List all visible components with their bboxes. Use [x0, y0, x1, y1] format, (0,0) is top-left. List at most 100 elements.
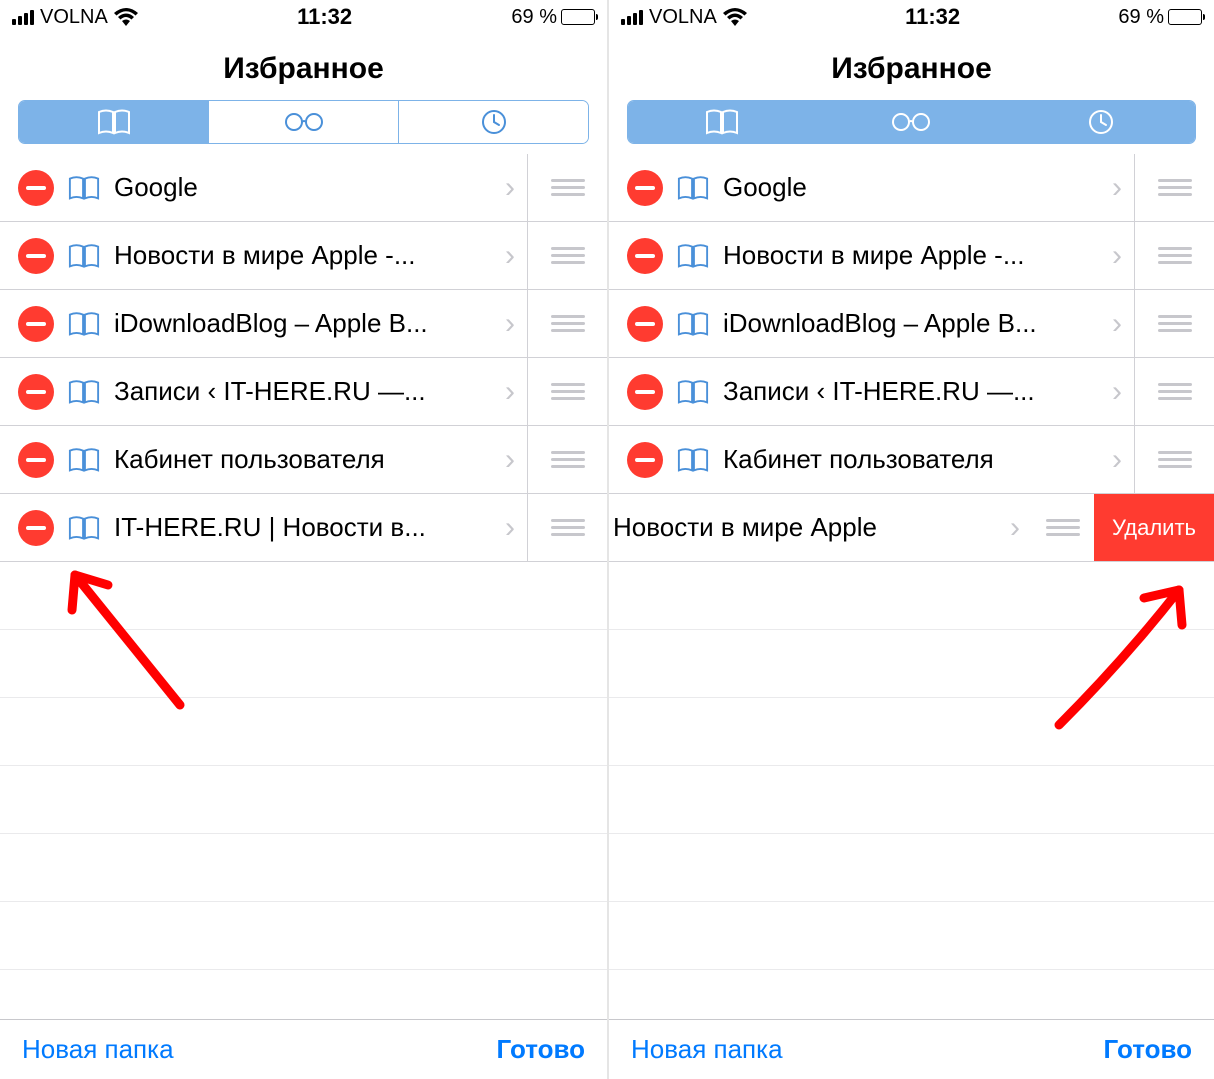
list-item[interactable]: iDownloadBlog – Apple B... ›: [609, 290, 1214, 358]
reorder-handle[interactable]: [1134, 154, 1214, 221]
list-item[interactable]: Кабинет пользователя ›: [0, 426, 607, 494]
battery-percent: 69 %: [1118, 6, 1164, 29]
bookmark-title: Google: [114, 172, 493, 203]
delete-minus-button[interactable]: [627, 306, 663, 342]
chevron-right-icon: ›: [1100, 443, 1134, 477]
delete-minus-button[interactable]: [18, 238, 54, 274]
list-item[interactable]: Записи ‹ IT-HERE.RU —... ›: [0, 358, 607, 426]
glasses-icon: [284, 112, 324, 132]
delete-minus-button[interactable]: [627, 374, 663, 410]
delete-minus-button[interactable]: [18, 510, 54, 546]
bookmark-icon: [68, 311, 100, 337]
reorder-handle[interactable]: [527, 154, 607, 221]
done-button[interactable]: Готово: [497, 1034, 585, 1065]
bookmark-title: Кабинет пользователя: [723, 444, 1100, 475]
signal-icon: [12, 10, 34, 25]
list-item[interactable]: Кабинет пользователя ›: [609, 426, 1214, 494]
bookmark-title: Новости в мире Apple -...: [114, 240, 493, 271]
reorder-handle[interactable]: [527, 290, 607, 357]
list-item[interactable]: Google ›: [0, 154, 607, 222]
wifi-icon: [723, 8, 747, 26]
reorder-handle[interactable]: [1134, 222, 1214, 289]
reorder-handle[interactable]: [527, 426, 607, 493]
status-bar: VOLNA 11:32 69 %: [0, 0, 607, 34]
tab-reading-list[interactable]: [208, 101, 398, 143]
delete-minus-button[interactable]: [18, 442, 54, 478]
bookmark-icon: [677, 447, 709, 473]
book-open-icon: [97, 109, 131, 135]
delete-minus-button[interactable]: [627, 238, 663, 274]
bookmark-title: Новости в мире Apple: [613, 512, 998, 543]
segmented-control[interactable]: [18, 100, 589, 144]
bookmark-icon: [68, 243, 100, 269]
reorder-handle[interactable]: [1134, 290, 1214, 357]
new-folder-button[interactable]: Новая папка: [631, 1034, 783, 1065]
bookmark-title: Кабинет пользователя: [114, 444, 493, 475]
bookmark-icon: [677, 175, 709, 201]
tab-reading-list[interactable]: [816, 101, 1005, 143]
delete-button[interactable]: Удалить: [1094, 494, 1214, 561]
list-item[interactable]: Google ›: [609, 154, 1214, 222]
carrier-label: VOLNA: [40, 6, 108, 29]
empty-area: [0, 562, 607, 970]
list-item-swiped[interactable]: Новости в мире Apple › Удалить: [609, 494, 1214, 562]
clock-icon: [1088, 109, 1114, 135]
bookmark-title: iDownloadBlog – Apple B...: [114, 308, 493, 339]
bookmark-icon: [68, 175, 100, 201]
tab-history[interactable]: [398, 101, 588, 143]
new-folder-button[interactable]: Новая папка: [22, 1034, 174, 1065]
bookmarks-list: Google › Новости в мире Apple -... › iDo…: [609, 154, 1214, 1019]
delete-minus-button[interactable]: [627, 170, 663, 206]
battery-icon: [1168, 9, 1202, 25]
phone-left-screenshot: VOLNA 11:32 69 % Избранное Google: [0, 0, 607, 1079]
battery-percent: 69 %: [511, 6, 557, 29]
list-item[interactable]: IT-HERE.RU | Новости в... ›: [0, 494, 607, 562]
chevron-right-icon: ›: [493, 239, 527, 273]
delete-minus-button[interactable]: [18, 170, 54, 206]
bookmark-title: Записи ‹ IT-HERE.RU —...: [723, 376, 1100, 407]
list-item[interactable]: Записи ‹ IT-HERE.RU —... ›: [609, 358, 1214, 426]
bookmark-title: iDownloadBlog – Apple B...: [723, 308, 1100, 339]
battery-icon: [561, 9, 595, 25]
reorder-handle[interactable]: [1134, 358, 1214, 425]
delete-minus-button[interactable]: [18, 374, 54, 410]
bookmark-title: Записи ‹ IT-HERE.RU —...: [114, 376, 493, 407]
list-item[interactable]: Новости в мире Apple -... ›: [0, 222, 607, 290]
delete-minus-button[interactable]: [627, 442, 663, 478]
tab-bookmarks[interactable]: [19, 101, 208, 143]
signal-icon: [621, 10, 643, 25]
chevron-right-icon: ›: [493, 511, 527, 545]
tab-bookmarks[interactable]: [628, 101, 816, 143]
reorder-handle[interactable]: [1134, 426, 1214, 493]
reorder-handle[interactable]: [527, 222, 607, 289]
bookmark-title: Новости в мире Apple -...: [723, 240, 1100, 271]
list-item[interactable]: Новости в мире Apple -... ›: [609, 222, 1214, 290]
book-open-icon: [705, 109, 739, 135]
chevron-right-icon: ›: [1100, 239, 1134, 273]
segmented-control[interactable]: [627, 100, 1196, 144]
bookmark-title: Google: [723, 172, 1100, 203]
carrier-label: VOLNA: [649, 6, 717, 29]
reorder-handle[interactable]: [527, 494, 607, 561]
reorder-handle[interactable]: [1032, 494, 1094, 561]
status-bar: VOLNA 11:32 69 %: [609, 0, 1214, 34]
chevron-right-icon: ›: [1100, 307, 1134, 341]
bottom-toolbar: Новая папка Готово: [0, 1019, 607, 1079]
chevron-right-icon: ›: [1100, 375, 1134, 409]
bookmark-icon: [68, 515, 100, 541]
bottom-toolbar: Новая папка Готово: [609, 1019, 1214, 1079]
empty-area: [609, 562, 1214, 970]
tab-history[interactable]: [1006, 101, 1195, 143]
chevron-right-icon: ›: [1100, 171, 1134, 205]
bookmark-icon: [68, 447, 100, 473]
done-button[interactable]: Готово: [1104, 1034, 1192, 1065]
clock-icon: [481, 109, 507, 135]
chevron-right-icon: ›: [998, 511, 1032, 545]
glasses-icon: [891, 112, 931, 132]
reorder-handle[interactable]: [527, 358, 607, 425]
bookmark-icon: [68, 379, 100, 405]
delete-minus-button[interactable]: [18, 306, 54, 342]
bookmark-title: IT-HERE.RU | Новости в...: [114, 512, 493, 543]
list-item[interactable]: iDownloadBlog – Apple B... ›: [0, 290, 607, 358]
page-title: Избранное: [609, 34, 1214, 100]
